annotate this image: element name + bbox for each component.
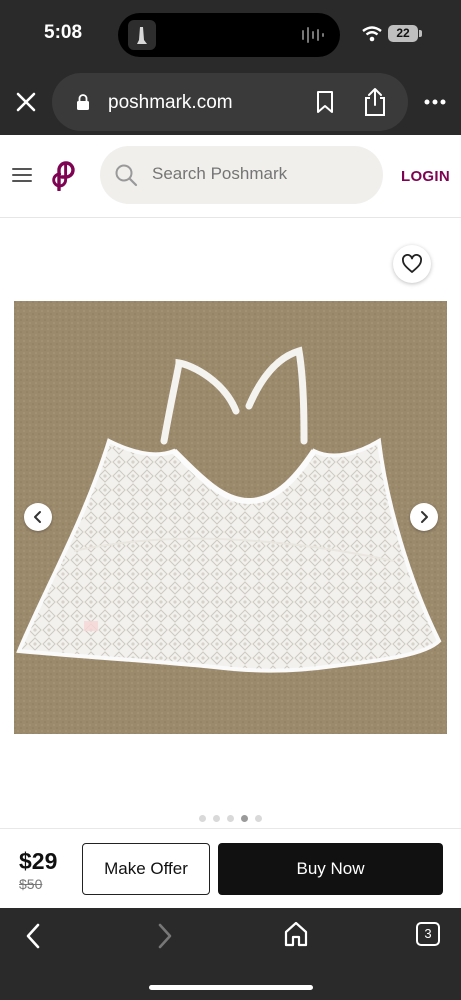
status-time: 5:08 bbox=[44, 22, 83, 43]
poshmark-logo-icon[interactable] bbox=[50, 161, 78, 191]
share-icon[interactable] bbox=[362, 87, 388, 117]
search-icon bbox=[115, 164, 138, 187]
wifi-icon bbox=[362, 26, 382, 42]
price: $29 bbox=[19, 848, 58, 874]
carousel-dot[interactable] bbox=[227, 815, 234, 822]
product-image bbox=[14, 301, 447, 734]
chevron-left-icon bbox=[34, 511, 41, 523]
login-link[interactable]: LOGIN bbox=[401, 168, 450, 185]
search-input[interactable] bbox=[152, 164, 372, 184]
status-bar: 5:08 22 bbox=[0, 0, 461, 70]
close-icon[interactable] bbox=[12, 88, 40, 116]
lock-icon bbox=[77, 94, 89, 110]
menu-icon[interactable] bbox=[12, 166, 32, 184]
more-icon[interactable] bbox=[423, 98, 447, 106]
url-field[interactable]: poshmark.com bbox=[52, 73, 408, 131]
dynamic-island bbox=[118, 13, 340, 57]
buy-bar: $29 $50 Make Offer Buy Now bbox=[0, 828, 461, 908]
search-bar[interactable] bbox=[100, 146, 383, 204]
carousel-dot[interactable] bbox=[255, 815, 262, 822]
product-photo[interactable] bbox=[14, 301, 447, 734]
next-image-button[interactable] bbox=[410, 503, 438, 531]
tabs-button[interactable]: 3 bbox=[416, 922, 440, 946]
browser-toolbar: 3 bbox=[0, 908, 461, 1000]
audio-wave-icon bbox=[302, 27, 324, 43]
battery-indicator: 22 bbox=[388, 25, 418, 42]
back-icon[interactable] bbox=[22, 922, 44, 950]
heart-icon bbox=[402, 254, 422, 273]
now-playing-app-icon bbox=[128, 20, 156, 50]
original-price: $50 bbox=[19, 876, 43, 892]
battery-tip bbox=[419, 30, 422, 37]
browser-address-bar: poshmark.com bbox=[0, 70, 461, 135]
carousel-indicator[interactable] bbox=[199, 815, 262, 823]
carousel-dot[interactable] bbox=[199, 815, 206, 822]
forward-icon[interactable] bbox=[154, 922, 176, 950]
url-text: poshmark.com bbox=[108, 92, 233, 113]
buy-now-button[interactable]: Buy Now bbox=[218, 843, 443, 895]
previous-image-button[interactable] bbox=[24, 503, 52, 531]
home-icon[interactable] bbox=[283, 920, 309, 948]
like-button[interactable] bbox=[393, 245, 431, 283]
bookmark-icon[interactable] bbox=[315, 90, 335, 114]
carousel-dot[interactable] bbox=[213, 815, 220, 822]
make-offer-button[interactable]: Make Offer bbox=[82, 843, 210, 895]
carousel-dot[interactable] bbox=[241, 815, 248, 822]
chevron-right-icon bbox=[421, 511, 428, 523]
home-indicator bbox=[149, 985, 313, 990]
site-header: LOGIN bbox=[0, 135, 461, 218]
